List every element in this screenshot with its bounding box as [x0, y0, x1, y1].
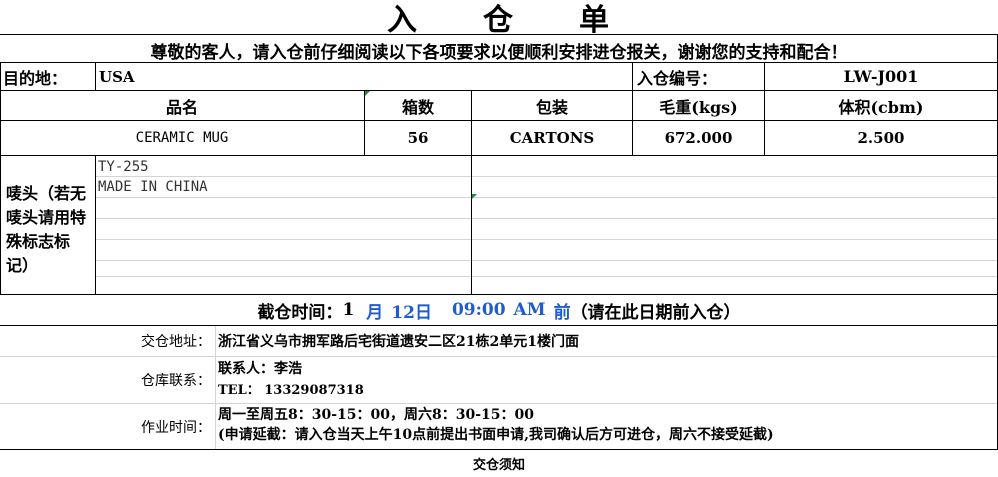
border-col-dest — [95, 62, 96, 90]
cutoff-time: 截仓时间： 1 月 12日 09:00 AM 前 （请在此日期前入仓） — [0, 295, 998, 325]
address-label: 交仓地址： — [141, 334, 211, 350]
border-col-marks — [95, 155, 96, 295]
cutoff-ampm[interactable]: AM — [514, 300, 546, 320]
page-title: 入 仓 单 — [387, 3, 611, 38]
destination-value[interactable]: USA — [99, 63, 629, 90]
cell-packing[interactable]: CARTONS — [472, 121, 632, 155]
hours-label: 作业时间： — [141, 419, 211, 436]
contact-tel[interactable]: TEL： 13329087318 — [218, 381, 364, 401]
grid-line — [96, 197, 471, 198]
header-packing: 包装 — [535, 97, 568, 117]
grid-line — [472, 239, 998, 240]
hours-line-2[interactable]: (申请延截：请入仓当天上午10点前提出书面申请,我司确认后方可进仓，周六不接受延… — [218, 425, 774, 445]
cutoff-clock[interactable]: 09:00 — [452, 300, 506, 320]
hours-line-1[interactable]: 周一至周五8：30-15：00，周六8：30-15：00 — [218, 405, 534, 425]
cutoff-date[interactable]: 12日 — [391, 298, 432, 323]
grid-line — [96, 276, 471, 277]
marks-line-2[interactable]: MADE IN CHINA — [98, 178, 208, 196]
header-gross-weight: 毛重(kgs) — [659, 97, 738, 117]
grid-line — [472, 176, 998, 177]
cutoff-prefix: 截仓时间： — [257, 302, 343, 323]
comment-marker — [472, 194, 477, 199]
grid-line — [472, 276, 998, 277]
cell-gross-weight[interactable]: 672.000 — [633, 121, 764, 155]
header-product-name: 品名 — [165, 97, 198, 117]
cell-cartons[interactable]: 56 — [365, 121, 471, 155]
border-row4-top — [0, 155, 998, 156]
cell-volume[interactable]: 2.500 — [765, 121, 997, 155]
address-value[interactable]: 浙江省义乌市拥军路后宅街道遗安二区21栋2单元1楼门面 — [218, 326, 918, 356]
cell-product-name[interactable]: CERAMIC MUG — [0, 121, 364, 155]
header-cartons: 箱数 — [401, 97, 434, 117]
header-volume: 体积(cbm) — [838, 97, 924, 117]
footer-title: 交仓须知 — [472, 458, 525, 473]
grid-line — [472, 197, 998, 198]
cutoff-before: 前 — [553, 302, 571, 323]
notice-text: 尊敬的客人，请入仓前仔细阅读以下各项要求以便顺利安排进仓报关，谢谢您的支持和配合… — [150, 42, 848, 63]
grid-line — [96, 260, 471, 261]
grid-line — [472, 260, 998, 261]
grid-line — [96, 176, 471, 177]
border-top — [0, 34, 998, 35]
grid-line — [215, 326, 216, 449]
destination-label: 目的地： — [3, 68, 68, 88]
marks-line-1[interactable]: TY-255 — [98, 158, 149, 176]
marks-label: 唛头（若无唛头请用特殊标志标记） — [6, 184, 87, 275]
cutoff-note: （请在此日期前入仓） — [570, 302, 741, 323]
entry-no-value[interactable]: LW-J001 — [765, 63, 997, 90]
cutoff-month: 月 — [366, 302, 384, 323]
contact-person[interactable]: 联系人：李浩 — [218, 359, 302, 379]
grid-line — [472, 218, 998, 219]
entry-no-label: 入仓编号： — [637, 68, 718, 88]
grid-line — [96, 239, 471, 240]
cutoff-day[interactable]: 1 — [342, 300, 354, 320]
grid-line — [96, 218, 471, 219]
contact-label: 仓库联系： — [141, 373, 211, 389]
